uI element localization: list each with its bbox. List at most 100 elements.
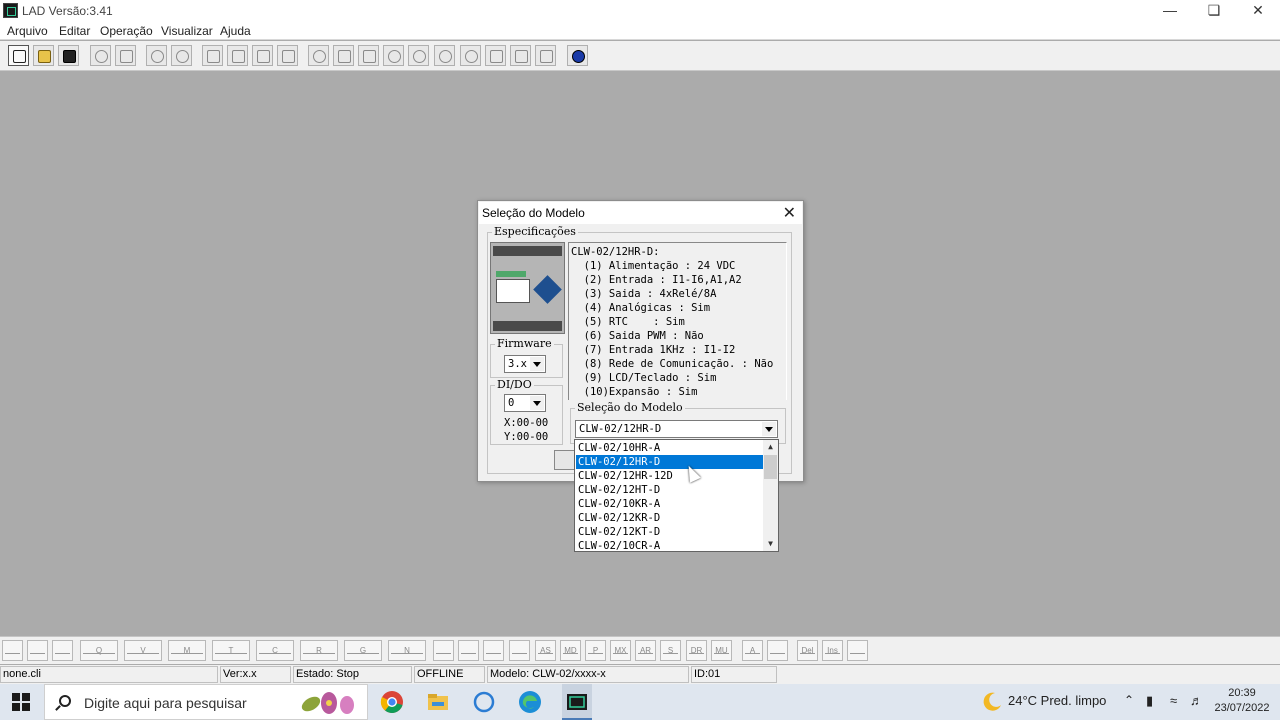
chevron-down-icon[interactable] — [762, 422, 776, 436]
s-button[interactable]: S — [660, 640, 681, 661]
simulate-icon[interactable] — [460, 45, 481, 66]
coil-m-button[interactable]: M — [168, 640, 206, 661]
menu-visualizar[interactable]: Visualizar — [161, 24, 213, 38]
function-icon[interactable] — [483, 640, 504, 661]
delete-icon[interactable] — [277, 45, 298, 66]
y-range: Y:00-00 — [504, 431, 549, 443]
coil-t-button[interactable]: T — [212, 640, 250, 661]
close-icon[interactable]: ✕ — [783, 203, 796, 223]
restore-icon[interactable]: ❏ — [1192, 0, 1236, 22]
firmware-label: Firmware — [495, 337, 554, 350]
mu-button[interactable]: MU — [711, 640, 732, 661]
copy-icon[interactable] — [227, 45, 248, 66]
p-button[interactable]: P — [585, 640, 606, 661]
minimize-icon[interactable]: — — [1148, 0, 1192, 22]
menu-editar[interactable]: Editar — [59, 24, 90, 38]
coil-q-button[interactable]: Q — [80, 640, 118, 661]
upload-icon[interactable] — [333, 45, 354, 66]
contact-nc-icon[interactable] — [27, 640, 48, 661]
ar-button[interactable]: AR — [635, 640, 656, 661]
md-button[interactable]: MD — [560, 640, 581, 661]
list-item[interactable]: CLW-02/10HR-A — [576, 441, 764, 455]
print-preview-icon[interactable] — [115, 45, 136, 66]
list-item[interactable]: CLW-02/12KT-D — [576, 525, 764, 539]
coil-r-button[interactable]: R — [300, 640, 338, 661]
ins-button[interactable]: Ins — [822, 640, 843, 661]
read-icon[interactable] — [510, 45, 531, 66]
mx-button[interactable]: MX — [610, 640, 631, 661]
wifi-icon[interactable]: ≈ — [1170, 693, 1177, 708]
function-icon[interactable] — [433, 640, 454, 661]
function-icon[interactable] — [509, 640, 530, 661]
spec-line: (1) Alimentação : 24 VDC — [571, 260, 736, 272]
dido-select[interactable]: 0 — [504, 394, 546, 412]
list-item-selected[interactable]: CLW-02/12HR-D — [576, 455, 764, 469]
scroll-up-icon[interactable]: ▲ — [763, 440, 778, 454]
undo-icon[interactable] — [146, 45, 167, 66]
menu-ajuda[interactable]: Ajuda — [220, 24, 251, 38]
chevron-down-icon[interactable] — [530, 396, 544, 410]
write-icon[interactable] — [535, 45, 556, 66]
dr-button[interactable]: DR — [686, 640, 707, 661]
paste-icon[interactable] — [252, 45, 273, 66]
print-icon[interactable] — [90, 45, 111, 66]
menu-operacao[interactable]: Operação — [100, 24, 153, 38]
contact-rise-icon[interactable] — [52, 640, 73, 661]
dropdown-scrollbar[interactable]: ▲ ▼ — [763, 440, 778, 551]
list-item[interactable]: CLW-02/12KR-D — [576, 511, 764, 525]
chevron-down-icon[interactable] — [530, 357, 544, 371]
edge-icon[interactable] — [518, 690, 542, 714]
taskbar-search[interactable]: Digite aqui para pesquisar — [44, 684, 368, 720]
windows-start-icon[interactable] — [12, 693, 30, 711]
scroll-thumb[interactable] — [764, 455, 777, 479]
a-button[interactable]: A — [742, 640, 763, 661]
connect-icon[interactable] — [485, 45, 506, 66]
spec-line: CLW-02/12HR-D: — [571, 246, 660, 258]
weather-moon-icon[interactable] — [980, 690, 1004, 714]
function-icon[interactable] — [458, 640, 479, 661]
list-item[interactable]: CLW-02/12HR-12D — [576, 469, 764, 483]
compile-icon[interactable] — [308, 45, 329, 66]
ladder-toolbar: Q V M T C R G N AS MD P MX AR S DR MU A … — [0, 636, 1280, 664]
redo-icon[interactable] — [171, 45, 192, 66]
chevron-up-icon[interactable]: ⌃ — [1124, 693, 1134, 707]
model-select[interactable]: CLW-02/12HR-D — [575, 420, 778, 438]
keypad-icon — [533, 275, 562, 304]
close-icon[interactable]: ✕ — [1236, 0, 1280, 22]
file-explorer-icon[interactable] — [426, 690, 450, 714]
stop-icon[interactable] — [408, 45, 429, 66]
open-folder-icon[interactable] — [33, 45, 54, 66]
vertical-line-icon[interactable] — [767, 640, 788, 661]
lad-app-taskbar-button[interactable] — [562, 684, 592, 720]
coil-g-button[interactable]: G — [344, 640, 382, 661]
taskbar-clock[interactable]: 20:39 23/07/2022 — [1212, 686, 1272, 716]
weather-text[interactable]: 24°C Pred. limpo — [1008, 693, 1106, 708]
menu-arquivo[interactable]: Arquivo — [7, 24, 48, 38]
run-icon[interactable] — [383, 45, 404, 66]
coil-n-button[interactable]: N — [388, 640, 426, 661]
volume-icon[interactable]: ♬ — [1190, 693, 1203, 708]
monitor-icon[interactable] — [434, 45, 455, 66]
chrome-icon[interactable] — [380, 690, 404, 714]
scroll-down-icon[interactable]: ▼ — [763, 537, 778, 551]
model-dropdown-list[interactable]: CLW-02/10HR-A CLW-02/12HR-D CLW-02/12HR-… — [574, 439, 779, 552]
help-icon[interactable] — [567, 45, 588, 66]
as-button[interactable]: AS — [535, 640, 556, 661]
del-button[interactable]: Del — [797, 640, 818, 661]
spec-text-box: CLW-02/12HR-D: (1) Alimentação : 24 VDC … — [568, 242, 787, 400]
cut-icon[interactable] — [202, 45, 223, 66]
list-item[interactable]: CLW-02/10KR-A — [576, 497, 764, 511]
coil-v-button[interactable]: V — [124, 640, 162, 661]
cortana-icon[interactable] — [472, 690, 496, 714]
line-icon[interactable] — [847, 640, 868, 661]
save-icon[interactable] — [58, 45, 79, 66]
coil-c-button[interactable]: C — [256, 640, 294, 661]
list-item[interactable]: CLW-02/12HT-D — [576, 483, 764, 497]
firmware-select[interactable]: 3.x — [504, 355, 546, 373]
new-file-icon[interactable] — [8, 45, 29, 66]
specs-label: Especificações — [492, 225, 578, 238]
battery-icon[interactable]: ▮ — [1146, 693, 1153, 709]
contact-no-icon[interactable] — [2, 640, 23, 661]
list-item[interactable]: CLW-02/10CR-A — [576, 539, 764, 551]
tools-icon[interactable] — [358, 45, 379, 66]
